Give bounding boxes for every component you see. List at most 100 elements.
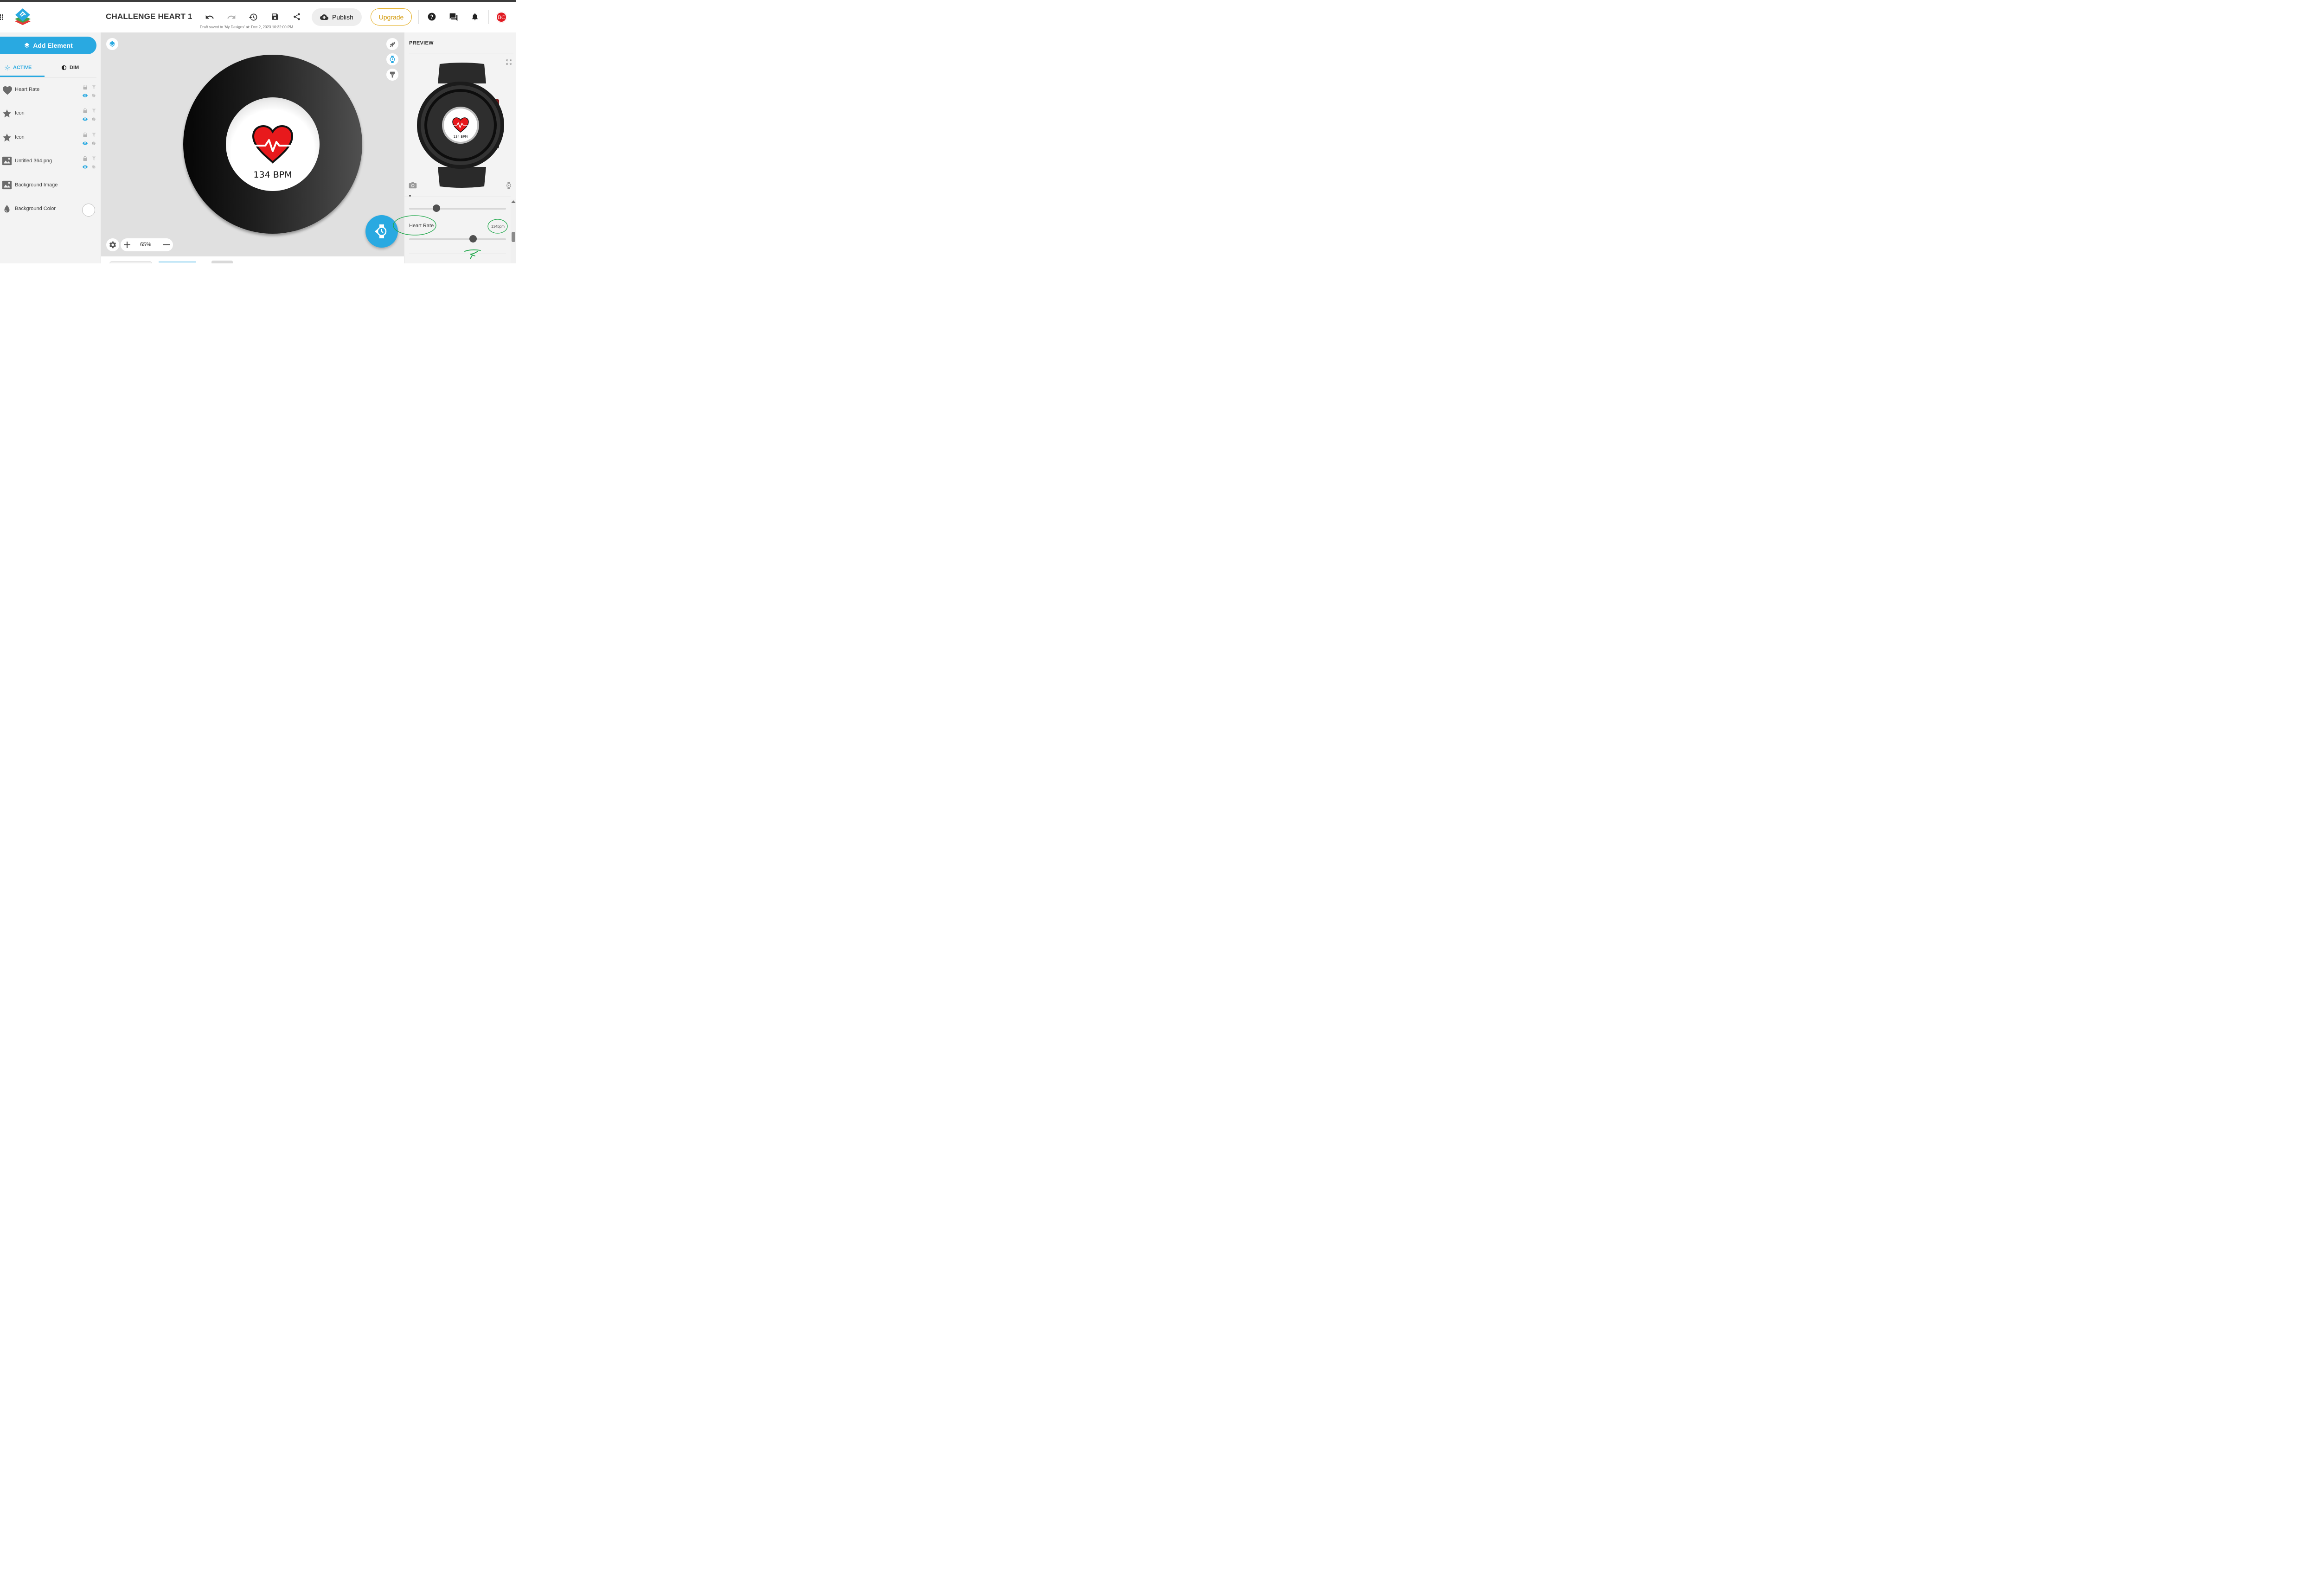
annotation-circle-value xyxy=(487,219,508,234)
tab-active-label: ACTIVE xyxy=(13,65,32,70)
sun-icon xyxy=(5,65,10,70)
annotation-scribble xyxy=(464,249,481,259)
preview-bpm-text: 134 BPM xyxy=(453,135,468,139)
heart-icon xyxy=(2,85,12,95)
watch-preview-image xyxy=(417,63,504,188)
layer-label: Background Color xyxy=(15,206,56,211)
eye-icon[interactable] xyxy=(82,116,88,122)
header-divider xyxy=(488,10,489,24)
annotation-circle-label xyxy=(393,215,436,236)
scrollbar[interactable] xyxy=(511,199,516,263)
bottom-toolbar xyxy=(101,256,404,263)
eye-icon[interactable] xyxy=(82,93,88,98)
image-icon xyxy=(2,180,12,191)
gear-icon[interactable] xyxy=(91,93,96,98)
layer-label: Background Image xyxy=(15,182,58,188)
bell-icon[interactable] xyxy=(468,10,481,23)
bottom-toolbar-control[interactable] xyxy=(211,261,233,263)
zoom-in-icon[interactable] xyxy=(123,241,131,249)
tab-indicator xyxy=(0,76,45,77)
tab-dim-label: DIM xyxy=(70,65,79,70)
share-icon[interactable] xyxy=(290,10,303,23)
chat-icon[interactable] xyxy=(447,11,460,24)
cloud-upload-icon xyxy=(320,14,329,20)
document-title[interactable]: CHALLENGE HEART 1 xyxy=(106,12,192,21)
app-window: CHALLENGE HEART 1 Draft saved to 'My Des… xyxy=(0,0,516,263)
upgrade-button[interactable]: Upgrade xyxy=(371,8,412,26)
header-divider xyxy=(418,10,419,24)
upper-slider-track[interactable] xyxy=(409,208,506,210)
zoom-level: 65% xyxy=(140,241,152,248)
watch-sync-icon xyxy=(374,223,390,239)
filter-icon[interactable] xyxy=(91,108,96,114)
tab-active[interactable]: ACTIVE xyxy=(5,59,32,76)
history-icon[interactable] xyxy=(247,11,260,24)
lock-icon[interactable] xyxy=(82,156,88,161)
eye-icon[interactable] xyxy=(82,140,88,146)
paint-roller-icon[interactable] xyxy=(386,69,398,81)
star-icon xyxy=(2,109,12,119)
gear-icon[interactable] xyxy=(91,164,96,170)
heart-rate-slider-thumb[interactable] xyxy=(469,235,477,243)
undo-icon[interactable] xyxy=(203,11,216,24)
preview-title: PREVIEW xyxy=(409,40,434,46)
layer-row-heart-rate[interactable]: Heart Rate xyxy=(0,79,97,102)
heart-rate-slider-track[interactable] xyxy=(409,238,506,240)
layer-label: Icon xyxy=(15,134,25,140)
layer-row-background-image[interactable]: Background Image xyxy=(0,174,97,198)
layer-label: Untitled 364.png xyxy=(15,158,52,164)
heart-rate-icon[interactable] xyxy=(251,124,294,164)
star-icon xyxy=(2,133,12,143)
bottom-toolbar-control[interactable] xyxy=(109,261,152,263)
lock-icon[interactable] xyxy=(82,108,88,114)
layer-row-icon[interactable]: Icon xyxy=(0,102,97,126)
rocket-icon[interactable] xyxy=(386,38,398,50)
background-color-swatch[interactable] xyxy=(82,204,95,217)
add-element-button[interactable]: Add Element xyxy=(0,37,96,54)
layer-row-icon[interactable]: Icon xyxy=(0,127,97,150)
filter-icon[interactable] xyxy=(91,132,96,138)
publish-label: Publish xyxy=(332,13,353,21)
layers-panel: Add Element ACTIVE DIM Heart Rate Icon I… xyxy=(0,32,101,263)
gear-icon[interactable] xyxy=(91,140,96,146)
lock-icon[interactable] xyxy=(82,84,88,90)
layers-icon xyxy=(24,42,30,49)
filter-icon[interactable] xyxy=(91,156,96,161)
publish-button[interactable]: Publish xyxy=(312,8,362,26)
layer-label: Icon xyxy=(15,110,25,116)
contrast-icon xyxy=(61,65,67,70)
save-icon[interactable] xyxy=(269,10,282,23)
upper-slider-thumb[interactable] xyxy=(432,204,440,212)
layer-row-background-color[interactable]: Background Color xyxy=(0,198,97,221)
redo-icon[interactable] xyxy=(225,11,238,24)
design-canvas[interactable]: 134 BPM 65% xyxy=(101,32,404,256)
layer-label: Heart Rate xyxy=(15,87,40,92)
bpm-text[interactable]: 134 BPM xyxy=(249,170,296,180)
header: CHALLENGE HEART 1 Draft saved to 'My Des… xyxy=(0,2,516,33)
tab-dim[interactable]: DIM xyxy=(61,59,79,76)
gear-icon[interactable] xyxy=(91,116,96,122)
clipped-label-remnant xyxy=(409,195,411,197)
image-icon xyxy=(2,156,12,166)
watch-icon[interactable] xyxy=(386,53,398,65)
layers-toggle-icon[interactable] xyxy=(106,38,118,50)
app-logo-icon[interactable] xyxy=(14,7,32,26)
layer-row-image[interactable]: Untitled 364.png xyxy=(0,150,97,173)
preview-panel: PREVIEW 134 BPM Heart Rate 134bpm xyxy=(393,32,516,263)
add-element-label: Add Element xyxy=(33,42,73,49)
zoom-out-icon[interactable] xyxy=(163,241,170,249)
scrollbar-thumb[interactable] xyxy=(512,232,515,242)
apps-menu-icon[interactable] xyxy=(0,11,5,24)
help-icon[interactable] xyxy=(425,10,438,23)
filter-icon[interactable] xyxy=(91,84,96,90)
eye-icon[interactable] xyxy=(82,164,88,170)
camera-icon[interactable] xyxy=(409,182,417,189)
scroll-up-arrow-icon[interactable] xyxy=(511,200,516,203)
settings-gear-icon[interactable] xyxy=(106,238,119,251)
mode-tabs: ACTIVE DIM xyxy=(0,59,96,77)
draft-status: Draft saved to 'My Designs' at: Dec 2, 2… xyxy=(200,25,293,29)
avatar[interactable]: BC xyxy=(496,12,507,23)
watch-settings-icon[interactable] xyxy=(506,182,512,190)
droplet-icon xyxy=(2,204,12,214)
lock-icon[interactable] xyxy=(82,132,88,138)
